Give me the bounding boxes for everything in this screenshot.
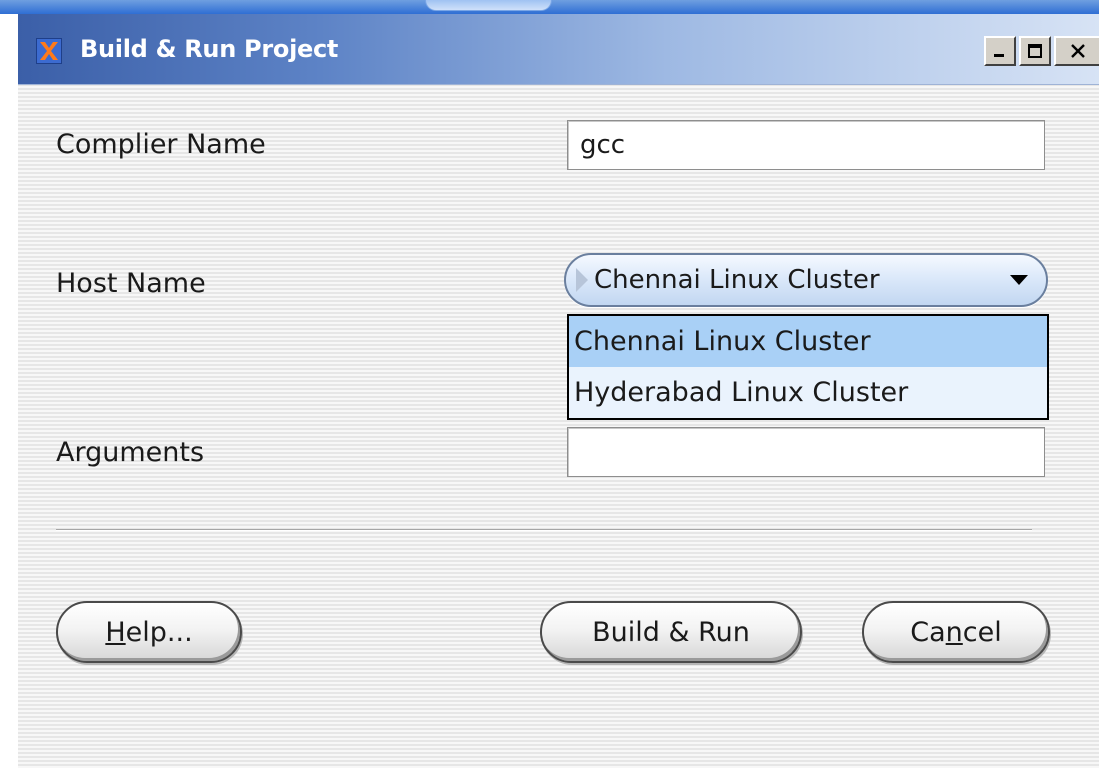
- combo-pointer-icon: [576, 268, 588, 292]
- arguments-field[interactable]: [567, 427, 1045, 477]
- help-button[interactable]: Help...: [56, 601, 242, 663]
- host-name-dropdown: Chennai Linux Cluster Hyderabad Linux Cl…: [567, 314, 1049, 420]
- window-title: Build & Run Project: [80, 35, 339, 63]
- cancel-button[interactable]: Ca n cel: [862, 601, 1050, 663]
- host-name-label: Host Name: [56, 268, 206, 299]
- app-icon: [36, 38, 62, 64]
- close-button[interactable]: [1054, 36, 1099, 66]
- help-label: elp...: [125, 616, 193, 648]
- desktop-tab: [425, 0, 552, 11]
- cancel-mnemonic: n: [945, 616, 963, 648]
- arguments-label: Arguments: [56, 437, 205, 468]
- build-run-dialog: Build & Run Project Complier Name gcc Ho…: [18, 14, 1099, 768]
- compiler-name-field[interactable]: gcc: [567, 120, 1045, 170]
- host-option-chennai[interactable]: Chennai Linux Cluster: [569, 316, 1047, 367]
- desktop-top-strip: [0, 0, 1099, 14]
- host-name-selected: Chennai Linux Cluster: [594, 265, 880, 295]
- minimize-icon: [994, 54, 1004, 57]
- maximize-icon: [1028, 44, 1042, 58]
- compiler-name-label: Complier Name: [56, 129, 266, 160]
- dialog-content: Complier Name gcc Host Name Chennai Linu…: [18, 85, 1099, 768]
- minimize-button[interactable]: [984, 36, 1016, 66]
- cancel-label-end: cel: [962, 616, 1002, 648]
- host-option-hyderabad[interactable]: Hyderabad Linux Cluster: [569, 367, 1047, 418]
- build-run-label: Build & Run: [592, 616, 750, 648]
- separator: [56, 529, 1032, 531]
- title-bar[interactable]: Build & Run Project: [18, 14, 1099, 85]
- maximize-button[interactable]: [1019, 36, 1051, 66]
- host-name-combobox[interactable]: Chennai Linux Cluster: [564, 253, 1048, 307]
- close-icon: [1070, 44, 1085, 58]
- chevron-down-icon[interactable]: [1010, 275, 1028, 285]
- build-run-button[interactable]: Build & Run: [540, 601, 802, 663]
- cancel-label-start: Ca: [910, 616, 946, 648]
- help-mnemonic: H: [105, 616, 126, 648]
